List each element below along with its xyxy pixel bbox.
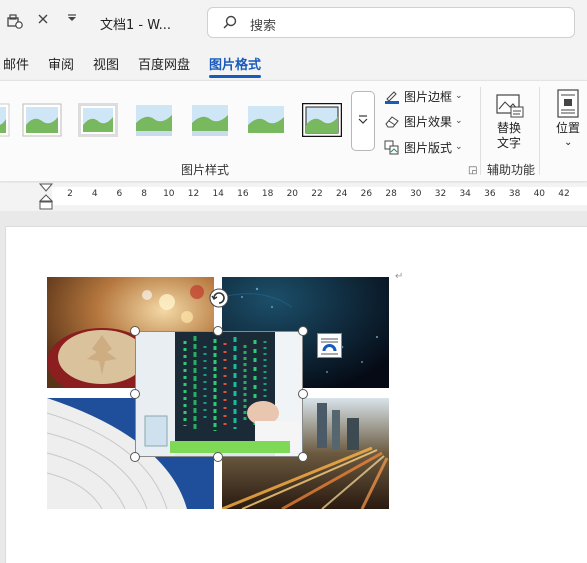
resize-handle-bottom[interactable]: [213, 452, 223, 462]
picture-effects-label: 图片效果: [404, 114, 453, 129]
paragraph-mark: ↵: [395, 271, 404, 282]
picture-border-button[interactable]: 图片边框 ⌄: [384, 85, 463, 107]
chevron-down-icon: ⌄: [455, 142, 463, 152]
ruler-number: 16: [237, 189, 249, 199]
position-icon: [556, 89, 580, 123]
layout-options-icon[interactable]: [317, 333, 342, 358]
alt-text-label-1: 替换: [497, 121, 522, 135]
tab-review[interactable]: 审阅: [48, 54, 74, 73]
ruler-number: 6: [116, 189, 123, 199]
style-thumb-1[interactable]: [22, 103, 62, 137]
chevron-down-icon: ⌄: [455, 116, 463, 126]
ruler-number: 18: [261, 189, 274, 199]
group-label-picture-styles: 图片样式: [181, 163, 230, 177]
chevron-down-icon: ⌄: [455, 91, 463, 101]
ruler-number: 26: [360, 189, 373, 199]
close-icon[interactable]: [36, 12, 50, 30]
eraser-effects-icon: [384, 113, 400, 129]
dialog-launcher-icon[interactable]: ◲: [468, 165, 477, 176]
style-thumb-4[interactable]: [190, 103, 230, 137]
style-thumb-0[interactable]: [0, 103, 10, 137]
resize-handle-bottom-right[interactable]: [298, 452, 308, 462]
search-box[interactable]: 搜索: [207, 7, 575, 38]
resize-handle-left[interactable]: [130, 389, 140, 399]
save-sync-icon[interactable]: [6, 12, 24, 34]
resize-handle-right[interactable]: [298, 389, 308, 399]
ruler-number: 32: [434, 189, 447, 199]
alt-text-label-2: 文字: [497, 136, 522, 150]
style-thumb-6-selected[interactable]: [302, 103, 342, 137]
ruler-number: 38: [508, 189, 521, 199]
picture-styles-gallery: [0, 91, 350, 149]
style-thumb-5[interactable]: [246, 103, 286, 137]
ruler-number: 10: [163, 189, 175, 199]
resize-handle-top-right[interactable]: [298, 326, 308, 336]
title-bar: 文档1 - W... 搜索: [0, 0, 587, 45]
selection-frame: [135, 331, 303, 457]
ruler-number: 24: [335, 189, 348, 199]
tab-picture-format[interactable]: 图片格式: [209, 54, 261, 73]
position-button[interactable]: 位置 ⌄: [550, 87, 587, 153]
picture-border-label: 图片边框: [404, 89, 453, 104]
ruler-number: 34: [459, 189, 471, 199]
tab-view[interactable]: 视图: [93, 54, 119, 73]
ruler-number: 8: [141, 189, 147, 199]
picture-effects-button[interactable]: 图片效果 ⌄: [384, 110, 463, 132]
active-tab-indicator: [209, 75, 261, 78]
group-separator: [480, 87, 481, 175]
ruler-number: 20: [286, 189, 299, 199]
chevron-down-icon[interactable]: [66, 12, 78, 30]
group-label-accessibility: 辅助功能: [487, 163, 536, 177]
ribbon: 图片样式 图片边框 ⌄ 图片效果 ⌄ 图片版式 ⌄ ◲ 替换 文字 辅助功能 位…: [0, 80, 587, 182]
ribbon-tabs: 邮件 审阅 视图 百度网盘 图片格式: [0, 45, 587, 79]
ruler-number: 22: [311, 189, 323, 199]
style-thumb-2[interactable]: [78, 103, 118, 137]
search-icon: [222, 14, 238, 34]
picture-layout-button[interactable]: 图片版式 ⌄: [384, 136, 463, 158]
ruler-number: 14: [212, 189, 224, 199]
rotate-handle-icon[interactable]: [208, 287, 230, 309]
chevron-down-icon: ⌄: [564, 137, 573, 148]
tab-mailings[interactable]: 邮件: [3, 54, 29, 73]
chevron-down-icon: [357, 114, 369, 129]
ruler-number: 30: [410, 189, 422, 199]
resize-handle-top[interactable]: [213, 326, 223, 336]
ruler-number: 40: [533, 189, 546, 199]
ruler-number: 28: [385, 189, 397, 199]
pencil-border-icon: [384, 88, 400, 104]
ruler-number: 12: [187, 189, 200, 199]
gallery-more-button[interactable]: [351, 91, 375, 151]
position-label: 位置: [556, 121, 581, 135]
group-separator: [539, 87, 540, 175]
picture-layout-icon: [384, 139, 400, 155]
resize-handle-top-left[interactable]: [130, 326, 140, 336]
search-placeholder: 搜索: [250, 19, 277, 34]
tab-baidu-netdisk[interactable]: 百度网盘: [138, 54, 190, 73]
document-title: 文档1 - W...: [100, 18, 171, 33]
alt-text-button[interactable]: 替换 文字: [490, 87, 530, 153]
ruler-number: 42: [558, 189, 570, 199]
ruler-number: 36: [484, 189, 496, 199]
ruler-number: 2: [67, 189, 73, 199]
resize-handle-bottom-left[interactable]: [130, 452, 140, 462]
picture-layout-label: 图片版式: [404, 140, 453, 155]
horizontal-ruler[interactable]: 2 4 6 8 10 12 14 16 18 20 22 24 26 28 30 32 34 36 38 40 42: [0, 183, 587, 211]
alt-text-icon: [495, 91, 525, 123]
style-thumb-3[interactable]: [134, 103, 174, 137]
ruler-number: 4: [91, 189, 98, 199]
